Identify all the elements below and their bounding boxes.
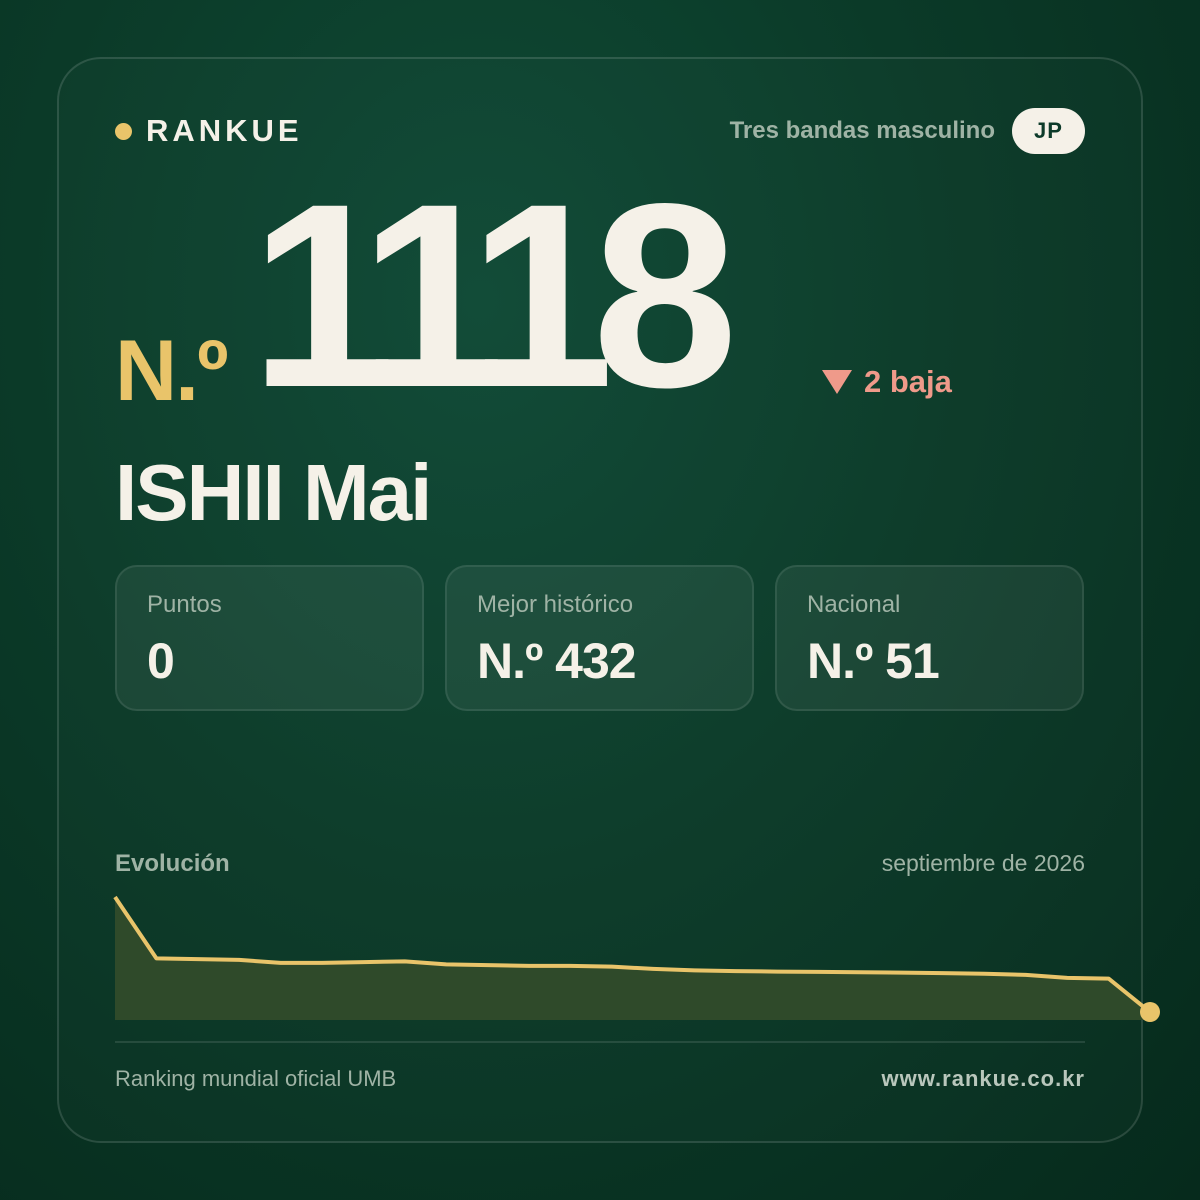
footer-url: www.rankue.co.kr	[881, 1066, 1085, 1091]
chart-area	[115, 897, 1150, 1020]
chart-point	[1140, 1002, 1160, 1022]
footer-divider	[115, 1041, 1085, 1043]
footer-source: Ranking mundial oficial UMB	[115, 1066, 397, 1091]
evolution-chart	[113, 895, 1160, 1022]
